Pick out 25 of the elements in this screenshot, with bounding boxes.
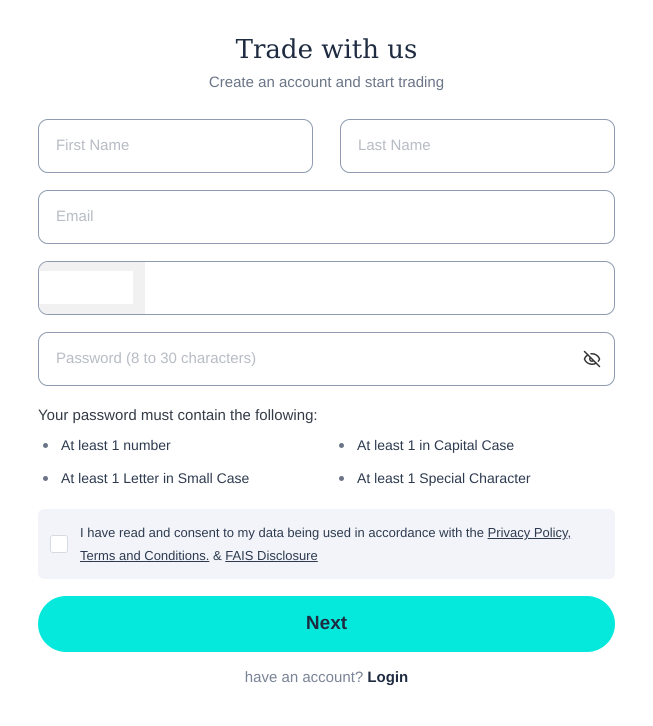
text-field[interactable]: First Name — [38, 118, 313, 172]
fais-disclosure-link[interactable]: FAIS Disclosure — [225, 548, 318, 563]
eye-slash-icon[interactable] — [583, 350, 601, 368]
requirement-text: At least 1 Letter in Small Case — [61, 469, 250, 488]
requirement-text: At least 1 Special Character — [357, 469, 531, 488]
bullet-icon — [43, 443, 48, 448]
requirement-text: At least 1 number — [61, 436, 171, 455]
terms-link[interactable]: Terms and Conditions. — [80, 548, 210, 563]
requirement-text: At least 1 in Capital Case — [357, 436, 514, 455]
requirements-heading: Your password must contain the following: — [38, 406, 319, 426]
login-link[interactable]: Login — [367, 669, 408, 686]
text-field[interactable]: Last Name — [340, 118, 615, 172]
consent-checkbox[interactable] — [50, 535, 68, 553]
password-field[interactable]: Password (8 to 30 characters) — [38, 332, 615, 386]
bullet-icon — [339, 443, 344, 448]
privacy-policy-link[interactable]: Privacy Policy, — [488, 525, 572, 540]
next-button[interactable]: Next — [38, 596, 615, 652]
page-title: Trade with us — [236, 34, 418, 67]
consent-text: I have read and consent to my data being used in accordance with the Privacy Policy, Terms and Conditions. & FAIS Disclosure — [80, 524, 572, 565]
page-subtitle: Create an account and start trading — [208, 73, 444, 93]
bullet-icon — [43, 476, 48, 481]
text-field[interactable]: Email — [38, 190, 615, 244]
phone-field[interactable] — [38, 260, 615, 314]
bullet-icon — [339, 476, 344, 481]
login-prompt: have an account? Login — [244, 668, 408, 688]
